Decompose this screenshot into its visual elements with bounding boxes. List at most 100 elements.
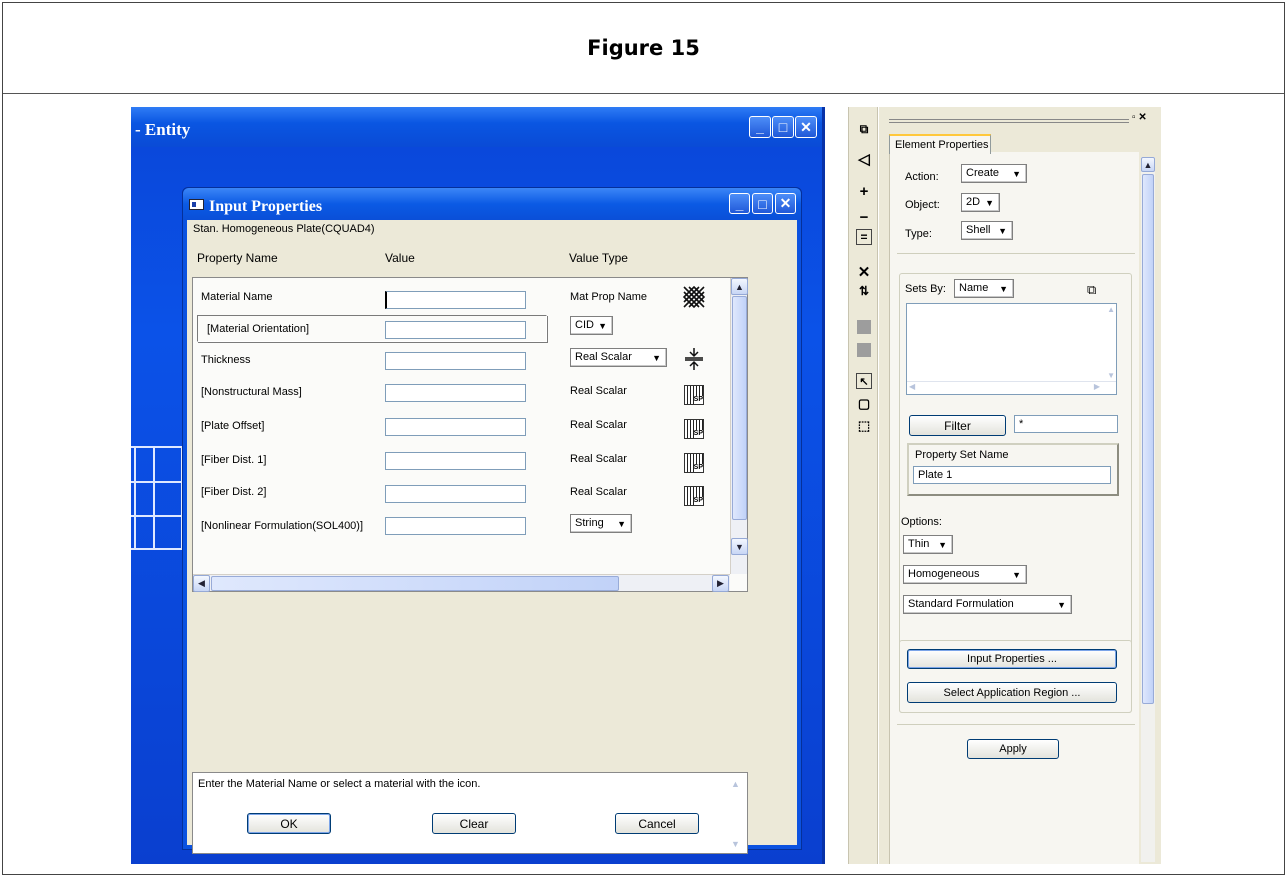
thickness-type-dropdown[interactable]: Real Scalar ▼ (570, 348, 667, 367)
material-pattern-icon[interactable] (683, 286, 705, 308)
formulation-value: Standard Formulation (908, 598, 1014, 610)
cid-dropdown-value: CID (575, 319, 594, 331)
sets-by-dropdown[interactable]: Name ▼ (954, 279, 1014, 298)
panel-vertical-scrollbar[interactable]: ▲ (1141, 157, 1155, 862)
property-label: [Plate Offset] (201, 420, 265, 432)
type-dropdown[interactable]: Shell ▼ (961, 221, 1013, 240)
nonlinear-formulation-input[interactable] (385, 517, 526, 535)
select-application-region-button[interactable]: Select Application Region ... (907, 682, 1117, 703)
panel-grip (889, 119, 1129, 123)
property-label: Material Name (201, 291, 273, 303)
nonstructural-mass-input[interactable] (385, 384, 526, 402)
header-value: Value (385, 251, 415, 265)
dialog-close-icon[interactable]: ✕ (775, 193, 796, 214)
object-dropdown[interactable]: 2D ▼ (961, 193, 1000, 212)
value-type-label: Real Scalar (570, 486, 627, 498)
tab-element-properties[interactable]: Element Properties (889, 134, 991, 154)
scroll-up-icon[interactable]: ▲ (731, 779, 740, 789)
action-value: Create (966, 167, 1000, 179)
properties-panel: Material Name Mat Prop Name [Material Or… (192, 277, 748, 592)
fiber-dist-2-input[interactable] (385, 485, 526, 503)
homogeneous-dropdown[interactable]: Homogeneous ▼ (903, 565, 1027, 584)
element-properties-panel: ▫ ✕ Element Properties Action: Create ▼ O… (879, 107, 1161, 864)
dialog-maximize-icon[interactable]: □ (752, 193, 773, 214)
spatial-field-icon[interactable] (683, 384, 705, 406)
scroll-right-icon[interactable]: ▶ (1094, 382, 1100, 391)
scroll-down-icon[interactable]: ▼ (731, 538, 748, 555)
clear-button[interactable]: Clear (432, 813, 516, 834)
scroll-left-icon[interactable]: ◀ (193, 575, 210, 592)
chevron-down-icon: ▼ (938, 540, 947, 550)
scroll-down-icon[interactable]: ▼ (1107, 371, 1115, 380)
figure-frame: Figure 15 - Entity _ □ ✕ Input Propertie… (2, 2, 1285, 875)
box-3d-icon[interactable]: ⬚ (854, 416, 874, 436)
cross-tools-icon[interactable]: ✕ (854, 262, 874, 282)
disabled-tool-icon[interactable] (857, 343, 871, 357)
property-sets-list[interactable]: ▲ ▼ ◀ ▶ (906, 303, 1117, 395)
scroll-thumb[interactable] (1142, 174, 1154, 704)
vertical-toolbar: ⧉ ◁ + − = ✕ ⇅ ↖ ▢ ⬚ (848, 107, 878, 864)
help-scrollbar[interactable]: ▲ ▼ (731, 779, 745, 849)
spatial-field-icon[interactable] (683, 418, 705, 440)
scroll-thumb[interactable] (732, 296, 747, 520)
properties-vertical-scrollbar[interactable]: ▲ ▼ (730, 278, 748, 574)
scroll-down-icon[interactable]: ▼ (731, 839, 740, 849)
scroll-thumb[interactable] (211, 576, 619, 591)
spatial-field-icon[interactable] (683, 485, 705, 507)
scroll-up-icon[interactable]: ▲ (731, 278, 748, 295)
input-properties-button[interactable]: Input Properties ... (907, 649, 1117, 669)
section-divider (897, 724, 1135, 725)
plate-offset-input[interactable] (385, 418, 526, 436)
polygon-icon[interactable]: ◁ (854, 149, 874, 169)
panel-window-controls[interactable]: ▫ ✕ (1132, 112, 1147, 123)
property-label: [Fiber Dist. 1] (201, 454, 267, 466)
chevron-down-icon: ▼ (652, 353, 661, 363)
fiber-dist-1-input[interactable] (385, 452, 526, 470)
sets-by-value: Name (959, 282, 989, 294)
ok-button[interactable]: OK (247, 813, 331, 834)
chevron-down-icon: ▼ (998, 226, 1007, 236)
scroll-left-icon[interactable]: ◀ (909, 382, 915, 391)
transfer-icon[interactable]: ⇅ (854, 281, 874, 301)
minimize-icon[interactable]: _ (749, 116, 771, 138)
plus-icon[interactable]: + (854, 181, 874, 201)
material-name-input[interactable] (385, 291, 526, 309)
spatial-field-icon[interactable] (683, 452, 705, 474)
input-properties-dialog: Input Properties _ □ ✕ Stan. Homogeneous… (182, 187, 802, 854)
material-orientation-input[interactable] (385, 321, 526, 339)
close-icon[interactable]: ✕ (795, 116, 817, 138)
header-value-type: Value Type (569, 251, 628, 265)
pointer-icon[interactable]: ↖ (856, 373, 872, 389)
new-set-icon[interactable]: ⧉ (1087, 282, 1096, 298)
scroll-up-icon[interactable]: ▲ (1141, 157, 1155, 172)
nonlinear-type-dropdown[interactable]: String ▼ (570, 514, 632, 533)
maximize-icon[interactable]: □ (772, 116, 794, 138)
cancel-button[interactable]: Cancel (615, 813, 699, 834)
thin-dropdown[interactable]: Thin ▼ (903, 535, 953, 554)
property-set-name-input[interactable] (913, 466, 1111, 484)
scroll-right-icon[interactable]: ▶ (712, 575, 729, 592)
entity-window-title: - Entity (131, 107, 822, 147)
disabled-tool-icon[interactable] (857, 320, 871, 334)
app-window-icon (189, 199, 204, 210)
object-value: 2D (966, 196, 981, 208)
filter-button[interactable]: Filter (909, 415, 1006, 436)
list-horizontal-scrollbar[interactable]: ◀ ▶ (907, 381, 1116, 394)
apply-button[interactable]: Apply (967, 739, 1059, 759)
action-dropdown[interactable]: Create ▼ (961, 164, 1027, 183)
scroll-up-icon[interactable]: ▲ (1107, 305, 1115, 314)
properties-horizontal-scrollbar[interactable]: ◀ ▶ (193, 574, 730, 592)
minus-icon[interactable]: − (854, 207, 874, 227)
screenshot-area: - Entity _ □ ✕ Input Properties _ □ ✕ St… (131, 107, 1161, 864)
copy-icon[interactable]: ⧉ (854, 119, 874, 139)
thickness-arrows-icon[interactable] (683, 348, 705, 370)
rectangle-select-icon[interactable]: ▢ (854, 394, 874, 414)
formulation-dropdown[interactable]: Standard Formulation ▼ (903, 595, 1072, 614)
equals-icon[interactable]: = (856, 229, 872, 245)
cid-dropdown[interactable]: CID ▼ (570, 316, 613, 335)
section-divider (897, 253, 1135, 254)
dialog-minimize-icon[interactable]: _ (729, 193, 750, 214)
chevron-down-icon: ▼ (985, 198, 994, 208)
thickness-input[interactable] (385, 352, 526, 370)
filter-input[interactable] (1014, 415, 1118, 433)
